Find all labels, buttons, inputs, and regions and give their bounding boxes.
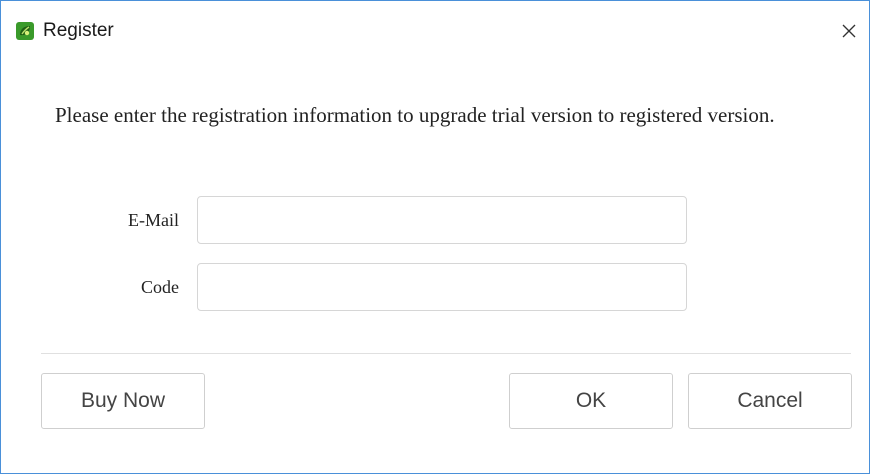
code-field[interactable] xyxy=(197,263,687,311)
ok-button[interactable]: OK xyxy=(509,373,673,429)
register-dialog: Register Please enter the registration i… xyxy=(0,0,870,474)
close-icon xyxy=(842,24,856,38)
close-button[interactable] xyxy=(833,15,865,47)
buy-now-button[interactable]: Buy Now xyxy=(41,373,205,429)
code-label: Code xyxy=(141,277,179,297)
email-field[interactable] xyxy=(197,196,687,244)
cancel-button[interactable]: Cancel xyxy=(688,373,852,429)
title-bar: Register xyxy=(1,1,869,45)
footer-divider xyxy=(41,353,851,354)
email-label: E-Mail xyxy=(128,210,179,230)
instruction-message: Please enter the registration informatio… xyxy=(55,103,775,127)
window-title: Register xyxy=(43,20,114,41)
app-leaf-icon xyxy=(16,22,34,40)
